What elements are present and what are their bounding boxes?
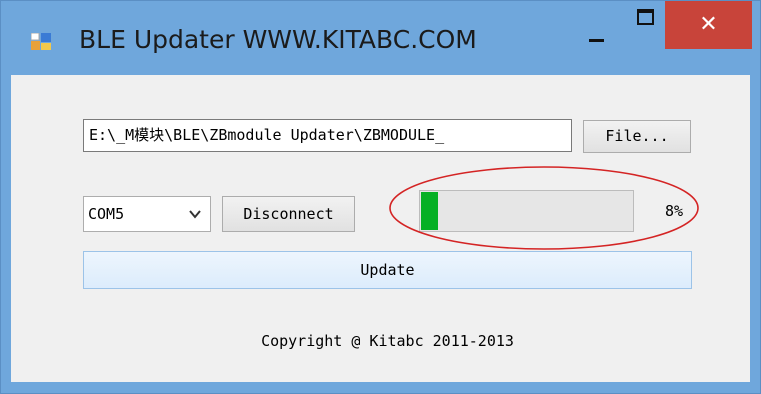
title-bar[interactable]: BLE Updater WWW.KITABC.COM ✕ bbox=[1, 1, 760, 75]
disconnect-button[interactable]: Disconnect bbox=[222, 196, 355, 232]
maximize-button[interactable] bbox=[625, 9, 665, 45]
com-port-value: COM5 bbox=[88, 205, 125, 223]
app-icon bbox=[31, 33, 51, 50]
com-port-select[interactable]: COM5 bbox=[83, 196, 211, 232]
highlight-ellipse bbox=[389, 166, 699, 250]
copyright-text: Copyright @ Kitabc 2011-2013 bbox=[261, 332, 514, 350]
update-button[interactable]: Update bbox=[83, 251, 692, 289]
close-button[interactable]: ✕ bbox=[665, 1, 752, 49]
minimize-button[interactable] bbox=[577, 9, 617, 45]
file-path-field[interactable]: E:\_M模块\BLE\ZBmodule Updater\ZBMODULE_ bbox=[83, 119, 572, 152]
app-window: BLE Updater WWW.KITABC.COM ✕ E:\_M模块\BLE… bbox=[0, 0, 761, 394]
chevron-down-icon bbox=[189, 210, 201, 219]
client-area: E:\_M模块\BLE\ZBmodule Updater\ZBMODULE_ F… bbox=[11, 75, 750, 382]
window-title: BLE Updater WWW.KITABC.COM bbox=[79, 25, 477, 54]
file-browse-button[interactable]: File... bbox=[583, 120, 691, 153]
